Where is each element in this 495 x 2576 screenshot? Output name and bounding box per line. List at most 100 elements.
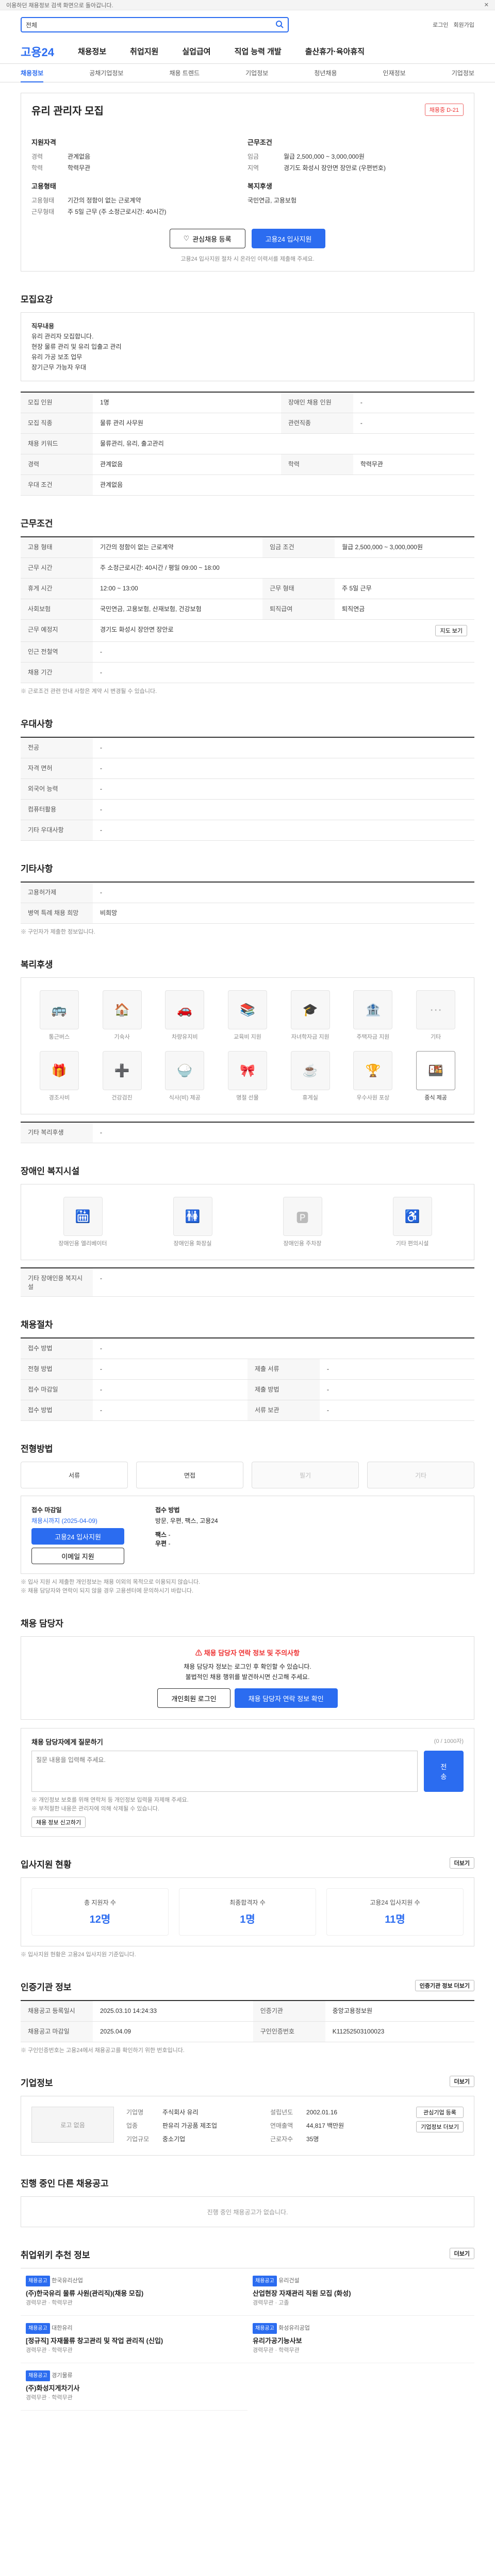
recommend-tag: 채용공고 <box>253 2323 277 2334</box>
apply-button[interactable]: 고용24 입사지원 <box>251 229 326 248</box>
table-cell: - <box>93 737 474 758</box>
subnav-item-jobs[interactable]: 채용정보 <box>21 69 44 82</box>
table-header-cell: 우대 조건 <box>21 474 93 496</box>
nav-menu-benefit[interactable]: 실업급여 <box>182 46 210 57</box>
table-row: 채용 키워드 물류관리, 유리, 출고관리 <box>21 433 474 454</box>
question-submit-button[interactable]: 전송 <box>423 1751 464 1792</box>
table-cell: - <box>93 799 474 820</box>
table-row: 전공 - <box>21 737 474 758</box>
question-input[interactable] <box>31 1751 418 1792</box>
welfare-grid: 🚌 통근버스 🏠 기숙사 🚗 차량유지비 📚 교육비 지원 🎓 자녀학자금 지원 🏦 주택자금 지원 ⋯… <box>21 977 474 1114</box>
welfare-icon: 🎓 <box>290 990 330 1029</box>
welfare-item: ⋯ 기타 <box>408 990 464 1041</box>
login-link[interactable]: 로그인 <box>433 21 448 29</box>
recommend-item[interactable]: 채용공고 화성유리공업 유리가공기능사보 경력무관 · 학력무관 <box>248 2316 474 2363</box>
work-note: ※ 근로조건 관련 안내 사항은 계약 시 변경될 수 있습니다. <box>21 688 157 694</box>
table-cell: - <box>93 882 474 903</box>
table-cell: 1명 <box>93 392 281 413</box>
table-row: 기타 장애인용 복지시설 - <box>21 1268 474 1297</box>
global-nav: 고용24 채용정보 취업지원 실업급여 직업 능력 개발 출산휴가·육아휴직 <box>0 39 495 64</box>
recommend-section: 취업위키 추천 정보 더보기 채용공고 한국유리산업 (주)한국유리 물류 사원(관… <box>21 2248 474 2411</box>
scrap-button[interactable]: ♡ 관심채용 등록 <box>169 229 245 248</box>
nav-menu-leave[interactable]: 출산휴가·육아휴직 <box>305 46 365 57</box>
company-scrap-button[interactable]: 관심기업 등록 <box>416 2107 464 2118</box>
table-header-cell: 자격 면허 <box>21 758 93 779</box>
apply-online-button[interactable]: 고용24 입사지원 <box>31 1528 124 1545</box>
recommend-title: (주)한국유리 물류 사원(관리직)(채용 모집) <box>26 2290 144 2297</box>
table-header-cell: 근무 시간 <box>21 557 93 579</box>
recommend-meta: 경력무관 · 학력무관 <box>26 2347 73 2353</box>
welfare-icon: 🏦 <box>353 990 393 1029</box>
table-header-cell: 휴게 시간 <box>21 578 93 599</box>
heart-icon: ♡ <box>183 234 190 242</box>
other-table: 고용허가제 - 병역 특례 채용 희망 비희망 <box>21 882 474 924</box>
employ-work: 근무형태 주 5일 근무 (주 소정근로시간: 40시간) <box>31 208 167 215</box>
nav-menu-support[interactable]: 취업지원 <box>130 46 158 57</box>
welfare-other-table: 기타 복리후생 - <box>21 1122 474 1143</box>
recommend-tag: 채용공고 <box>26 2323 50 2334</box>
subnav-item-trend[interactable]: 채용 트렌드 <box>170 69 200 77</box>
recommend-item[interactable]: 채용공고 경기물류 (주)화성지게차기사 경력무관 · 학력무관 <box>21 2363 248 2411</box>
search-input[interactable] <box>41 21 271 28</box>
table-row: 컴퓨터활용 - <box>21 799 474 820</box>
site-logo[interactable]: 고용24 <box>21 43 54 60</box>
table-cell: 국민연금, 고용보험, 산재보험, 건강보험 <box>93 599 263 620</box>
other-note: ※ 구인자가 제출한 정보입니다. <box>21 929 95 935</box>
signup-link[interactable]: 회원가입 <box>454 21 474 29</box>
table-cell: 물류관리, 유리, 출고관리 <box>93 433 474 454</box>
main-content: 유리 관리자 모집 채용중 D-21 지원자격 경력 관계없음 학력 학력무관 고용… <box>21 93 474 2442</box>
table-header-cell: 서류 보관 <box>248 1400 320 1421</box>
process-table: 접수 방법 - 전형 방법 - 제출 서류 - 접수 마감일 - 제출 방법 - 접수 방법 -… <box>21 1337 474 1421</box>
welfare-label: 건강검진 <box>111 1095 133 1101</box>
top-notice-bar: 이용하던 채용정보 검색 화면으로 돌아갑니다. ✕ <box>0 0 495 10</box>
table-header-cell: 인증기관 <box>253 2001 325 2022</box>
company-more-link[interactable]: 더보기 <box>449 2076 474 2087</box>
nav-menu-jobs[interactable]: 채용정보 <box>78 46 106 57</box>
map-button[interactable]: 지도 보기 <box>435 625 467 636</box>
summary-left: 지원자격 경력 관계없음 학력 학력무관 고용형태 고용형태 기간의 정함이 없는 근… <box>31 130 248 217</box>
welfare-item: 🏠 기숙사 <box>94 990 150 1041</box>
subnav-item-public[interactable]: 공채기업정보 <box>89 69 123 77</box>
table-header-cell: 채용 키워드 <box>21 433 93 454</box>
login-button[interactable]: 개인회원 로그인 <box>157 1688 230 1708</box>
welfare-icon: ☕ <box>290 1051 330 1090</box>
applicant-education: 학력 학력무관 <box>31 164 91 172</box>
method-label: 서류 <box>68 1471 80 1479</box>
recommend-meta: 경력무관 · 학력무관 <box>26 2395 73 2401</box>
section-heading: 우대사항 <box>21 719 53 729</box>
table-cell: 학력무관 <box>353 454 474 475</box>
subnav-item-talent[interactable]: 인재정보 <box>383 69 406 77</box>
email-apply-button[interactable]: 이메일 지원 <box>31 1548 124 1564</box>
welfare-label: 우수사원 포상 <box>356 1095 390 1101</box>
subnav-item-youth[interactable]: 청년채용 <box>314 69 337 77</box>
company-detail-button[interactable]: 기업정보 더보기 <box>416 2121 464 2132</box>
table-cell: 기간의 정함이 없는 근로계약 <box>93 537 263 558</box>
info-more-button[interactable]: 인증기관 정보 더보기 <box>415 1980 474 1991</box>
stats-more-link[interactable]: 더보기 <box>449 1857 474 1869</box>
manager-contact-button[interactable]: 채용 담당자 연락 정보 확인 <box>234 1688 338 1708</box>
recommend-more-link[interactable]: 더보기 <box>449 2248 474 2259</box>
recommend-title: [정규직] 자재물류 창고관리 및 작업 관리직 (신입) <box>26 2337 163 2345</box>
recommend-item[interactable]: 채용공고 한국유리산업 (주)한국유리 물류 사원(관리직)(채용 모집) 경력무관… <box>21 2268 248 2316</box>
subnav-item-company2[interactable]: 기업정보 <box>452 69 474 77</box>
nav-menu-training[interactable]: 직업 능력 개발 <box>235 46 282 57</box>
search-scope[interactable]: 전체 <box>26 21 37 29</box>
table-header-cell: 기타 우대사항 <box>21 820 93 841</box>
table-row: 전형 방법 - 제출 서류 - <box>21 1359 474 1380</box>
close-icon[interactable]: ✕ <box>484 2 489 8</box>
search-icon[interactable] <box>275 20 284 30</box>
table-cell: 관계없음 <box>93 454 281 475</box>
disability-grid: 🛗 장애인용 엘리베이터 🚻 장애인용 화장실 🅿 장애인용 주차장 ♿ 기타 편의시설 <box>21 1184 474 1260</box>
recommend-item[interactable]: 채용공고 대한유리 [정규직] 자재물류 창고관리 및 작업 관리직 (신입) 경력… <box>21 2316 248 2363</box>
table-header-cell: 접수 마감일 <box>21 1379 93 1400</box>
table-cell: - <box>93 820 474 841</box>
table-cell: - <box>93 1122 474 1143</box>
table-cell: 물류 관리 사무원 <box>93 413 281 434</box>
subnav-item-company[interactable]: 기업정보 <box>245 69 268 77</box>
welfare-label: 자녀학자금 지원 <box>291 1034 329 1040</box>
recommend-title: 산업현장 자재관리 직원 모집 (화성) <box>253 2290 351 2297</box>
recommend-item[interactable]: 채용공고 유리건설 산업현장 자재관리 직원 모집 (화성) 경력무관 · 고졸 <box>248 2268 474 2316</box>
table-header-cell: 외국어 능력 <box>21 778 93 800</box>
report-button[interactable]: 채용 정보 신고하기 <box>31 1817 86 1828</box>
condition-wage: 임금 월급 2,500,000 ~ 3,000,000원 <box>248 153 365 160</box>
